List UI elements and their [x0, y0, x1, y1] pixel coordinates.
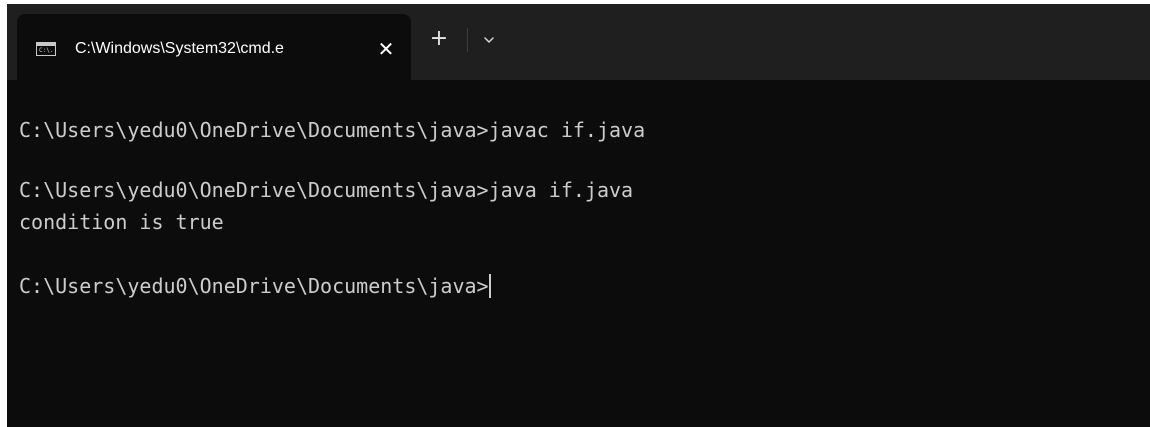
- plus-icon[interactable]: +: [427, 27, 451, 51]
- title-bar: C:\. C:\Windows\System32\cmd.e ✕ +: [7, 4, 1150, 80]
- terminal-prompt-line[interactable]: C:\Users\yedu0\OneDrive\Documents\java>: [19, 274, 491, 298]
- close-icon[interactable]: ✕: [375, 38, 397, 60]
- terminal-prompt: C:\Users\yedu0\OneDrive\Documents\java>: [19, 274, 489, 298]
- terminal-line: C:\Users\yedu0\OneDrive\Documents\java>j…: [19, 178, 634, 202]
- terminal-line: condition is true: [19, 210, 224, 234]
- tab-title: C:\Windows\System32\cmd.e: [75, 40, 284, 57]
- chevron-down-icon[interactable]: [480, 31, 498, 49]
- command-prompt-icon: C:\.: [36, 42, 56, 56]
- command-prompt-icon-text: C:\.: [39, 47, 54, 54]
- toolbar-separator: [467, 28, 468, 52]
- terminal-line: C:\Users\yedu0\OneDrive\Documents\java>j…: [19, 118, 646, 142]
- text-cursor: [488, 274, 491, 298]
- terminal-output[interactable]: C:\Users\yedu0\OneDrive\Documents\java>j…: [7, 80, 1150, 427]
- tab-cmd[interactable]: C:\. C:\Windows\System32\cmd.e ✕: [17, 14, 411, 80]
- terminal-window: C:\. C:\Windows\System32\cmd.e ✕ + C:\Us…: [7, 4, 1150, 427]
